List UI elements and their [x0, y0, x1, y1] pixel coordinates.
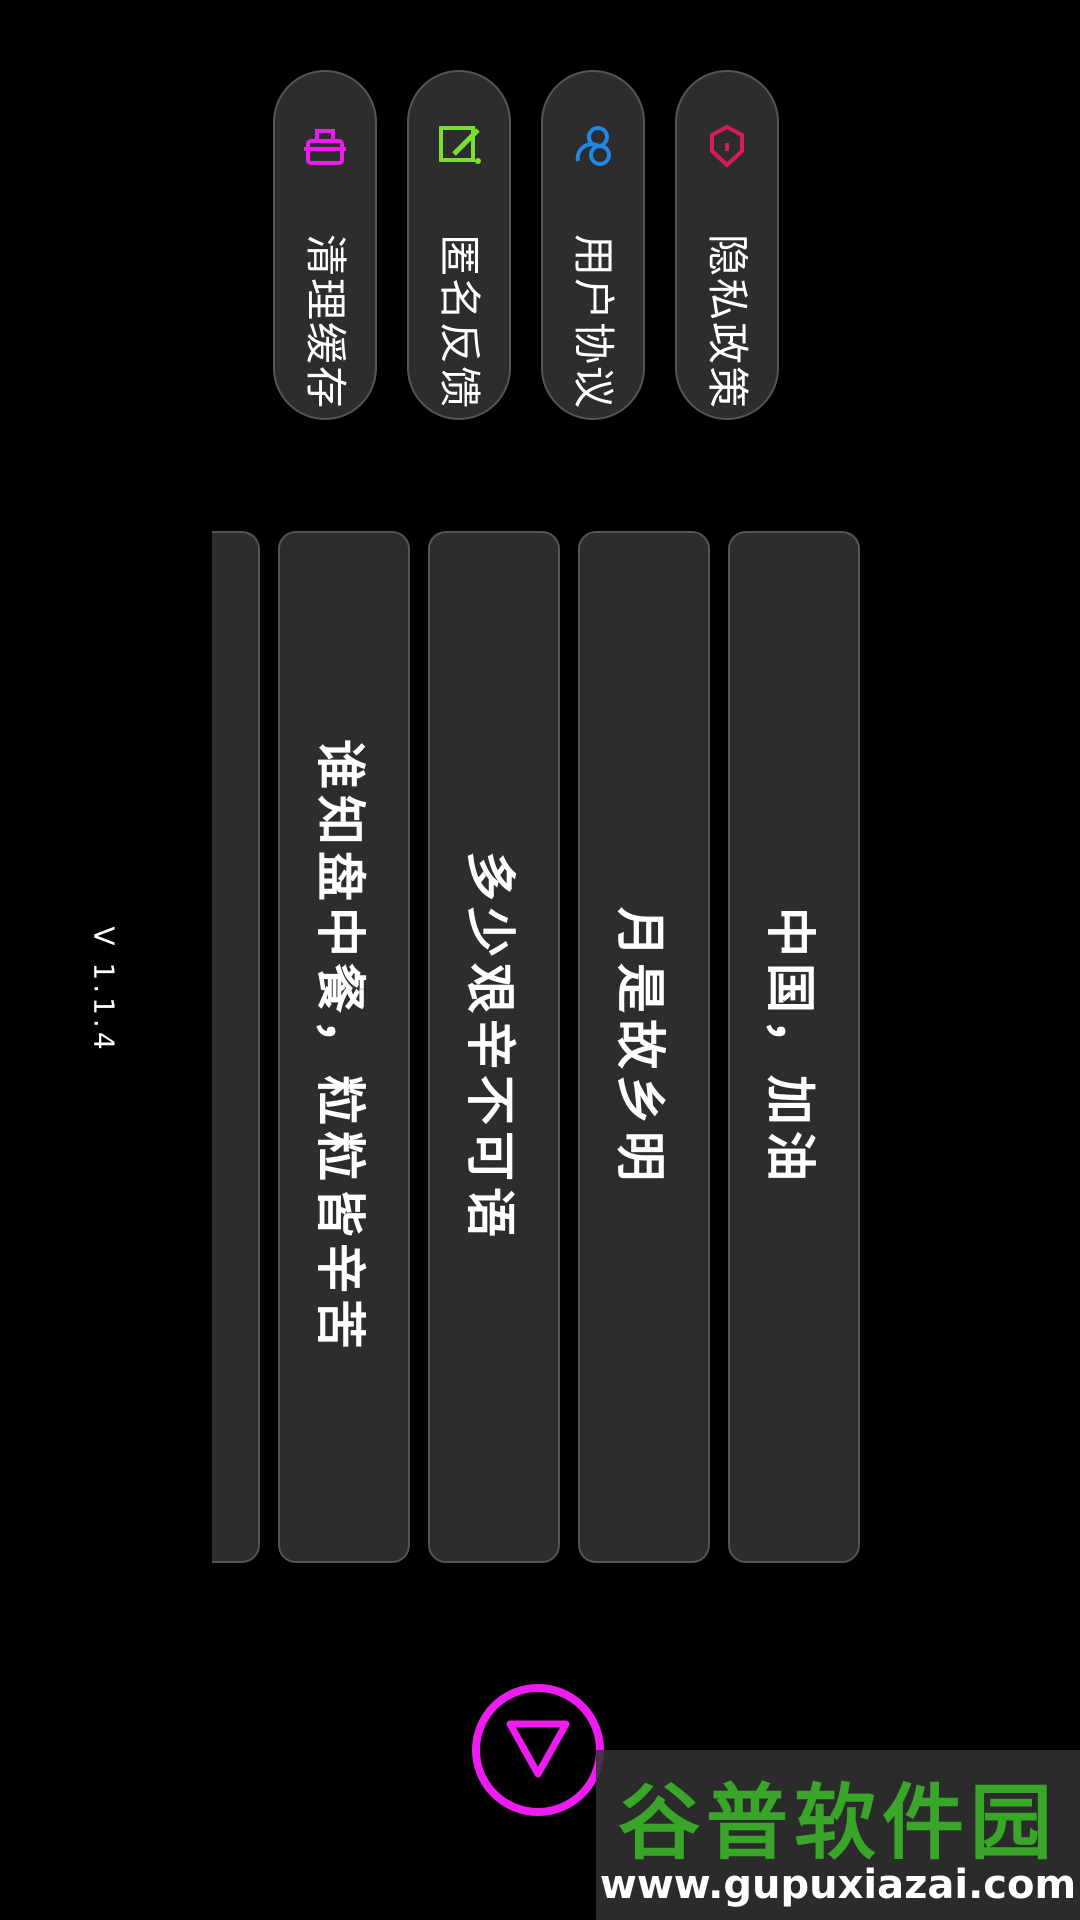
user-agreement-icon	[565, 118, 621, 174]
card-item[interactable]: 谁知盘中餐，粒粒皆辛苦	[278, 531, 410, 1563]
clear-cache-label: 清理缓存	[301, 233, 350, 410]
privacy-policy-button[interactable]: 隐私政策	[675, 70, 779, 420]
feedback-edit-icon	[431, 118, 487, 174]
version-label: V 1.1.4	[87, 926, 121, 1054]
card-text: 多少艰辛不可语	[461, 851, 519, 1243]
user-agreement-button[interactable]: 用户协议	[541, 70, 645, 420]
anonymous-feedback-label: 匿名反馈	[435, 233, 484, 410]
card-item[interactable]: 中国，加油	[728, 531, 860, 1563]
card-text: 谁知盘中餐，粒粒皆辛苦	[311, 739, 369, 1355]
privacy-shield-icon	[699, 118, 755, 174]
play-button[interactable]	[472, 1684, 604, 1816]
card-text: 中国，加油	[761, 907, 819, 1187]
card-text: 月是故乡明	[611, 907, 669, 1187]
card-item[interactable]: 多少艰辛不可语	[428, 531, 560, 1563]
watermark: 谷普软件园 www.gupuxiazai.com	[596, 1750, 1080, 1920]
card-item[interactable]: 月是故乡明	[578, 531, 710, 1563]
clear-cache-button[interactable]: 清理缓存	[273, 70, 377, 420]
card-partial[interactable]	[212, 531, 260, 1563]
user-agreement-label: 用户协议	[569, 233, 618, 410]
anonymous-feedback-button[interactable]: 匿名反馈	[407, 70, 511, 420]
privacy-policy-label: 隐私政策	[703, 233, 752, 410]
watermark-logo: 谷普软件园	[617, 1776, 1058, 1871]
watermark-url: www.gupuxiazai.com	[599, 1862, 1077, 1908]
triangle-down-icon	[498, 1708, 578, 1792]
cleanup-icon	[297, 118, 353, 174]
